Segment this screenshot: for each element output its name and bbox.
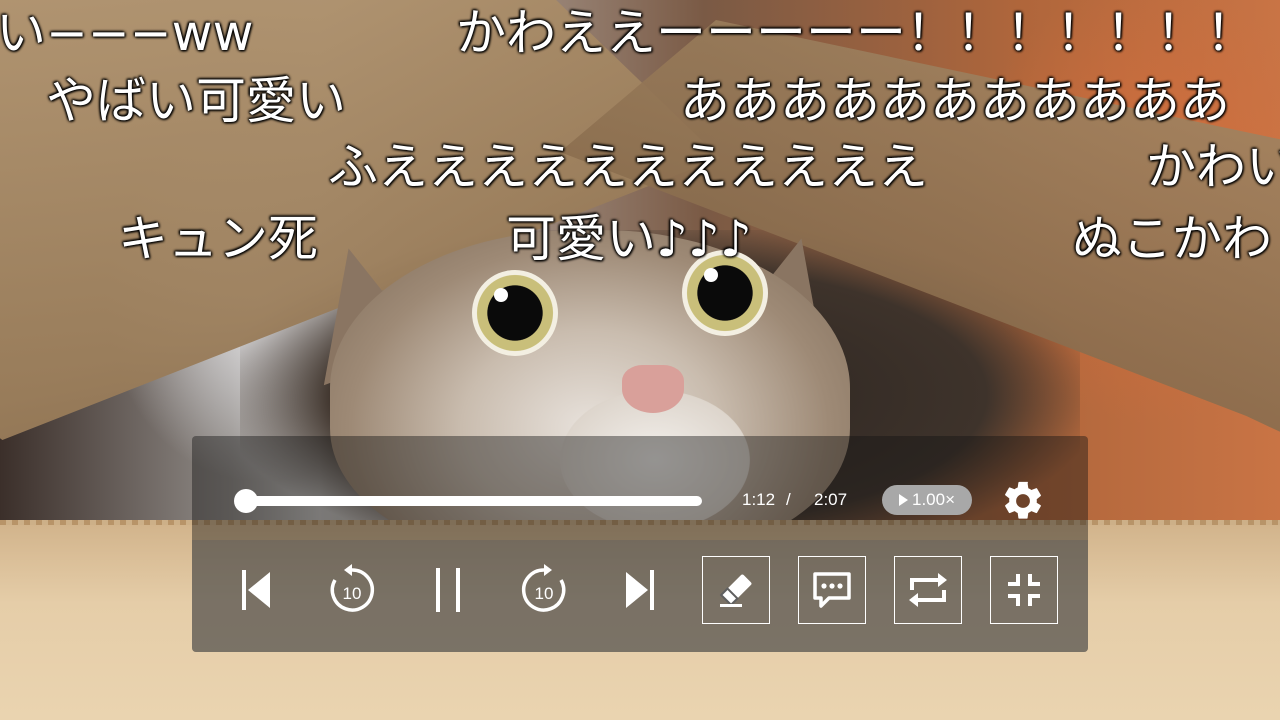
forward-10-button[interactable]: 10 [510, 556, 578, 624]
forward-10-icon: 10 [521, 564, 566, 612]
time-separator: / [786, 490, 791, 509]
cat-nose [622, 365, 684, 413]
gear-icon[interactable] [1000, 478, 1046, 524]
comment: かわええーーーーー！！！！！！！ [456, 4, 1256, 62]
exit-fullscreen-button[interactable] [990, 556, 1058, 624]
exit-fullscreen-icon [1008, 574, 1040, 606]
pause-icon [436, 568, 460, 612]
skip-previous-button[interactable] [222, 556, 290, 624]
eraser-icon [719, 574, 752, 607]
player-control-panel: 1:12 / 2:07 1.00× 10 10 [192, 436, 1088, 652]
comment: 可愛い♪♪♪ [506, 210, 752, 268]
rewind-seconds: 10 [343, 584, 362, 603]
skip-previous-icon [242, 570, 270, 610]
current-time: 1:12 [742, 490, 776, 509]
comment-toggle-button[interactable] [798, 556, 866, 624]
forward-seconds: 10 [535, 584, 554, 603]
playback-speed-button[interactable]: 1.00× [882, 485, 972, 515]
comment: キュン死 [118, 210, 318, 268]
rewind-10-icon: 10 [330, 564, 375, 612]
seek-handle[interactable] [234, 489, 258, 513]
comment: かわい [1146, 138, 1280, 196]
comment: ふえええええええええええ [328, 138, 928, 196]
draw-button[interactable] [702, 556, 770, 624]
comment-icon [813, 572, 851, 608]
repeat-button[interactable] [894, 556, 962, 624]
rewind-10-button[interactable]: 10 [318, 556, 386, 624]
comment: い−−−ww [0, 4, 254, 62]
comment: やばい可愛い [46, 72, 346, 130]
repeat-icon [909, 573, 947, 607]
comment: ぬこかわ [1072, 210, 1272, 268]
skip-next-icon [626, 570, 654, 610]
comment: あああああああああああ [680, 72, 1230, 130]
skip-next-button[interactable] [606, 556, 674, 624]
playback-speed-label: 1.00× [911, 490, 955, 509]
pause-button[interactable] [414, 556, 482, 624]
duration: 2:07 [814, 490, 848, 509]
seek-bar[interactable] [246, 496, 702, 506]
cat-eye-left [472, 270, 558, 356]
play-triangle-icon [898, 494, 908, 506]
